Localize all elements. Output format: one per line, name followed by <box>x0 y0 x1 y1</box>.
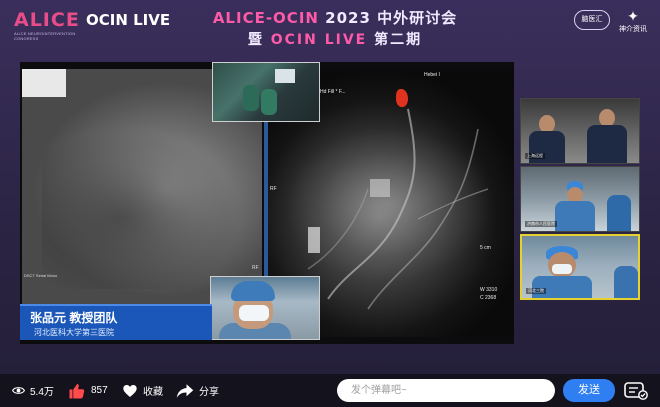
participant-body <box>529 131 565 163</box>
like-count: 857 <box>91 385 108 396</box>
share-arrow-icon <box>176 383 194 398</box>
surgeon-camera[interactable] <box>210 276 320 340</box>
alice-logo-text: ALICE <box>14 9 80 31</box>
view-count: 5.4万 <box>12 374 54 407</box>
presenter-name-plate: 张品元 教授团队 河北医科大学第三医院 <box>20 304 212 340</box>
banner-title-line1: ALICE-OCIN 2023 中外研讨会 <box>200 7 470 28</box>
side-camera-1-tag: 上海远程 <box>525 153 545 159</box>
surgical-cap <box>231 281 275 301</box>
alice-logo: ALICE ALICE NEUROINTERVENTION CONGRESS <box>14 9 80 41</box>
shenjie-logo: ✦ 神介资讯 <box>618 8 648 36</box>
shenjie-logo-icon: ✦ <box>627 8 639 24</box>
presenter-name: 张品元 教授团队 <box>30 311 118 325</box>
favorite-button[interactable]: 收藏 <box>122 374 163 407</box>
side-camera-1[interactable]: 上海远程 <box>520 98 640 164</box>
event-banner: ALICE ALICE NEUROINTERVENTION CONGRESS O… <box>0 0 660 62</box>
xray-texture <box>42 129 242 289</box>
interaction-bar: 5.4万 857 收藏 分享 发个弹幕吧~ 发送 <box>0 374 660 407</box>
banner-title2-suffix: 第二期 <box>367 32 423 48</box>
surgical-mask <box>552 264 572 274</box>
heart-icon <box>123 384 137 397</box>
participant-body <box>587 125 627 163</box>
right-pane-label: Hebei I <box>424 72 440 78</box>
side-camera-3[interactable]: 河北三院 <box>520 234 640 300</box>
danmaku-toggle-icon[interactable] <box>624 381 648 400</box>
frame-label: Hd Fill * F... <box>320 89 346 95</box>
monitor-shape <box>275 69 295 83</box>
window-center-label: C 2368 <box>480 295 497 301</box>
left-pane-side-marker: RF <box>252 265 259 271</box>
alice-logo-subtitle: ALICE NEUROINTERVENTION CONGRESS <box>14 31 76 41</box>
participant-body <box>555 201 595 231</box>
banner-title2-prefix: 暨 <box>247 32 271 48</box>
naoyihui-logo: 脑医汇 <box>574 10 610 30</box>
side-camera-2[interactable]: 济南市人民医院 <box>520 166 640 232</box>
banner-title-brand: ALICE-OCIN <box>212 9 319 27</box>
share-label: 分享 <box>199 387 219 398</box>
share-button[interactable]: 分享 <box>176 374 219 407</box>
operating-room-camera[interactable]: ALICE-OCIN <box>212 62 320 122</box>
left-pane-label: DSCT Serial Mono <box>24 273 58 278</box>
thumbs-up-icon <box>69 383 85 398</box>
side-camera-2-tag: 济南市人民医院 <box>525 221 557 227</box>
participant-body <box>614 266 638 298</box>
right-pane-side-marker: RF <box>270 186 277 192</box>
video-stage: DSCT Serial Mono RF Hebei I 5 cm W 3310 <box>20 62 640 374</box>
participant-body <box>607 195 631 231</box>
surgical-mask <box>239 305 269 321</box>
ocin-live-logo: OCIN LIVE <box>86 11 171 29</box>
overlay-block <box>22 69 66 97</box>
staff-figure <box>243 85 259 111</box>
send-button[interactable]: 发送 <box>563 379 615 402</box>
danmaku-input[interactable]: 发个弹幕吧~ <box>337 379 555 402</box>
side-camera-3-tag: 河北三院 <box>526 288 546 294</box>
eye-icon <box>12 387 25 394</box>
like-button[interactable]: 857 <box>68 374 108 407</box>
banner-title-event: 2023 中外研讨会 <box>318 9 458 27</box>
scale-label: 5 cm <box>480 245 491 251</box>
live-stream-page: ALICE ALICE NEUROINTERVENTION CONGRESS O… <box>0 0 660 407</box>
main-video-feed[interactable]: DSCT Serial Mono RF Hebei I 5 cm W 3310 <box>20 62 514 344</box>
window-width-label: W 3310 <box>480 287 498 293</box>
presenter-affiliation: 河北医科大学第三医院 <box>34 328 114 337</box>
staff-figure <box>261 89 277 115</box>
favorite-label: 收藏 <box>143 387 163 398</box>
banner-title-line2: 暨 OCIN LIVE 第二期 <box>200 29 470 49</box>
view-count-value: 5.4万 <box>30 387 54 398</box>
shenjie-logo-text: 神介资讯 <box>619 26 647 33</box>
banner-title2-brand: OCIN LIVE <box>270 32 368 48</box>
